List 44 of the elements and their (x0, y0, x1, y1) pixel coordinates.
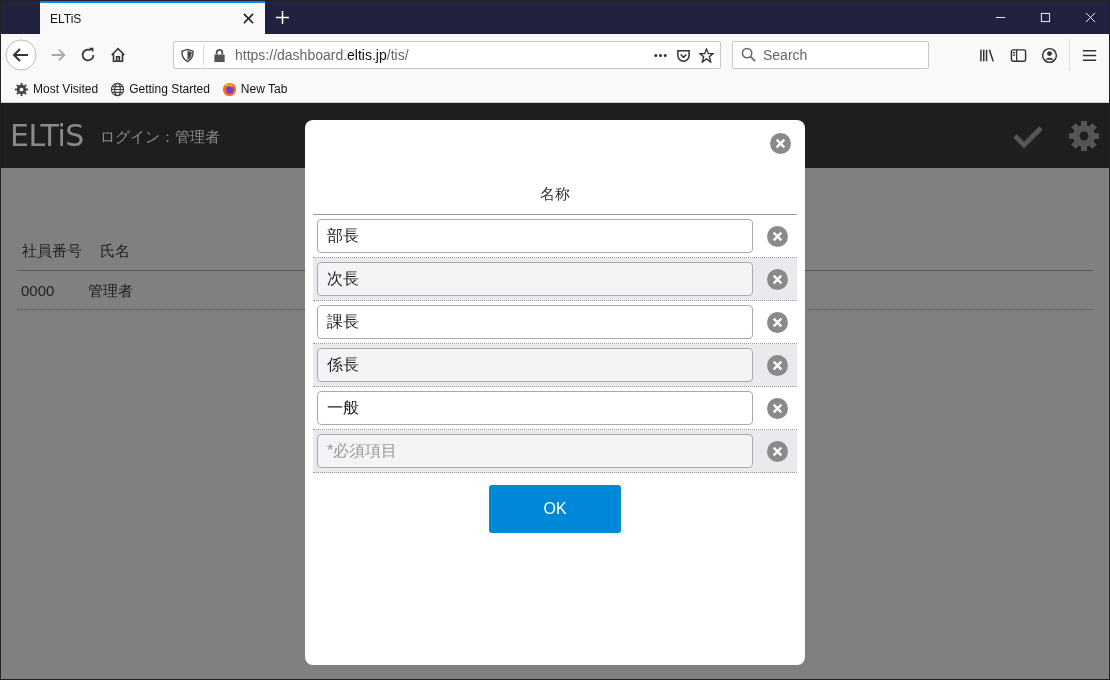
delete-icon[interactable] (767, 225, 788, 247)
bookmark-link[interactable]: New Tab (240, 82, 288, 96)
star-icon[interactable] (699, 47, 714, 63)
gear-icon (14, 81, 29, 97)
input-field[interactable]: 次長 (317, 262, 753, 296)
maximize-icon[interactable] (1040, 12, 1051, 23)
input-field[interactable]: 課長 (317, 305, 753, 339)
sidebar-icon[interactable] (1010, 46, 1027, 64)
search-icon (741, 47, 756, 62)
browser-logo-icon (221, 81, 237, 97)
browser-tab[interactable]: ELTiS (40, 1, 265, 34)
address-bar[interactable]: https://dashboard.eltis.jp/tis/ (173, 41, 721, 69)
lock-icon (212, 47, 227, 63)
new-tab-icon[interactable] (275, 10, 290, 25)
account-icon[interactable] (1041, 46, 1058, 64)
input-field[interactable]: *必須項目 (317, 434, 753, 468)
column-header: 氏名 (100, 242, 130, 261)
globe-icon (110, 81, 126, 97)
delete-icon[interactable] (767, 354, 788, 376)
search-field[interactable]: Search (732, 41, 929, 69)
app-logo: ELTiS (10, 118, 84, 153)
ok-button[interactable]: OK (489, 485, 621, 533)
back-button[interactable] (5, 39, 37, 71)
column-header: 名称 (313, 157, 797, 215)
bookmark-link[interactable]: Getting Started (129, 82, 210, 96)
shield-icon[interactable] (180, 47, 195, 63)
url-text[interactable]: https://dashboard.eltis.jp/tis/ (235, 47, 409, 63)
login-label: ログイン：管理者 (99, 128, 220, 147)
delete-icon[interactable] (767, 268, 788, 290)
input-field[interactable]: 係長 (317, 348, 753, 382)
input-field[interactable]: 部長 (317, 219, 753, 253)
close-icon[interactable] (1085, 12, 1096, 23)
table-cell: 管理者 (88, 282, 134, 301)
column-header: 社員番号 (22, 242, 82, 261)
table-cell: 0000 (21, 282, 55, 301)
input-field[interactable]: 一般 (317, 391, 753, 425)
delete-icon[interactable] (767, 397, 788, 419)
home-icon[interactable] (109, 46, 127, 64)
pocket-icon[interactable] (676, 47, 691, 63)
reload-icon[interactable] (79, 46, 97, 64)
delete-icon[interactable] (767, 440, 788, 462)
close-tab-icon[interactable] (242, 12, 255, 25)
delete-icon[interactable] (767, 311, 788, 333)
bookmark-link[interactable]: Most Visited (33, 82, 99, 96)
